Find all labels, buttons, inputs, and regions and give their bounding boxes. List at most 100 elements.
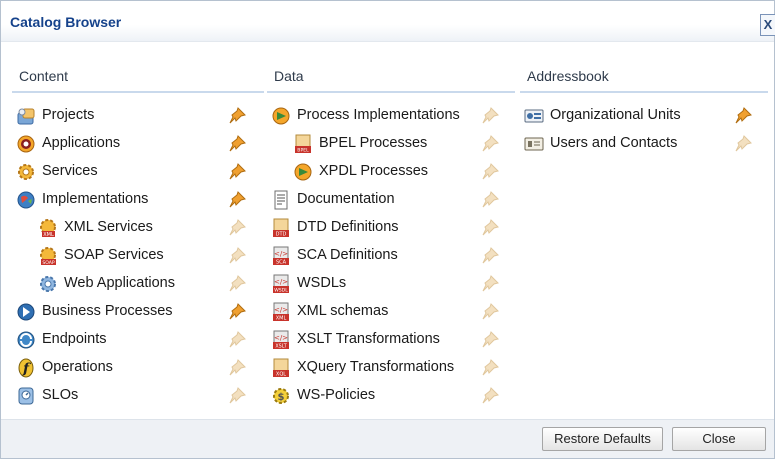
pinned-icon[interactable]: [227, 190, 247, 210]
unpinned-icon[interactable]: [227, 274, 247, 294]
catalog-item-label[interactable]: Projects: [42, 107, 94, 123]
svg-text:XML: XML: [276, 316, 287, 322]
catalog-item-label[interactable]: WS-Policies: [297, 387, 375, 403]
unpinned-icon[interactable]: [480, 330, 500, 350]
svg-text:BPEL: BPEL: [297, 148, 309, 154]
close-icon[interactable]: X: [760, 14, 775, 36]
catalog-item-projects[interactable]: Projects: [12, 102, 264, 130]
catalog-item-label[interactable]: SCA Definitions: [297, 247, 398, 263]
svg-text:$: $: [278, 392, 285, 403]
services-icon: [16, 162, 36, 182]
svg-text:DTD: DTD: [276, 232, 287, 238]
implementations-icon: [16, 190, 36, 210]
unpinned-icon[interactable]: [480, 302, 500, 322]
svg-text:</>: </>: [274, 250, 288, 258]
catalog-item-label[interactable]: SLOs: [42, 387, 78, 403]
catalog-item-endpoints[interactable]: Endpoints: [12, 326, 264, 354]
catalog-item-sca-definitions[interactable]: </> SCA SCA Definitions: [267, 242, 515, 270]
catalog-item-label[interactable]: Applications: [42, 135, 120, 151]
catalog-item-xml-schemas[interactable]: </> XML XML schemas: [267, 298, 515, 326]
catalog-item-xquery-transformations[interactable]: XQL XQuery Transformations: [267, 354, 515, 382]
catalog-item-label[interactable]: XML schemas: [297, 303, 388, 319]
content-list: Projects Applications Services Implementati…: [12, 102, 264, 410]
pinned-icon[interactable]: [227, 106, 247, 126]
catalog-item-label[interactable]: XQuery Transformations: [297, 359, 454, 375]
operations-icon: f: [16, 358, 36, 378]
catalog-item-web-applications[interactable]: Web Applications: [12, 270, 264, 298]
unpinned-icon[interactable]: [227, 330, 247, 350]
unpinned-icon[interactable]: [480, 106, 500, 126]
catalog-item-label[interactable]: Process Implementations: [297, 107, 460, 123]
slos-icon: [16, 386, 36, 406]
unpinned-icon[interactable]: [480, 162, 500, 182]
catalog-item-xslt-transformations[interactable]: </> XSLT XSLT Transformations: [267, 326, 515, 354]
catalog-item-operations[interactable]: f Operations: [12, 354, 264, 382]
unpinned-icon[interactable]: [480, 190, 500, 210]
catalog-item-implementations[interactable]: Implementations: [12, 186, 264, 214]
catalog-item-users-and-contacts[interactable]: Users and Contacts: [520, 130, 768, 158]
title-bar[interactable]: Catalog Browser X: [1, 1, 775, 42]
restore-defaults-button[interactable]: Restore Defaults: [542, 427, 663, 451]
catalog-item-dtd-definitions[interactable]: DTD DTD Definitions: [267, 214, 515, 242]
catalog-item-label[interactable]: Implementations: [42, 191, 148, 207]
svg-text:XML: XML: [43, 232, 54, 238]
pinned-icon[interactable]: [227, 162, 247, 182]
unpinned-icon[interactable]: [227, 358, 247, 378]
soap-services-icon: SOAP: [38, 246, 58, 266]
catalog-item-label[interactable]: Business Processes: [42, 303, 173, 319]
catalog-item-label[interactable]: Services: [42, 163, 98, 179]
endpoints-icon: [16, 330, 36, 350]
catalog-item-slos[interactable]: SLOs: [12, 382, 264, 410]
unpinned-icon[interactable]: [480, 246, 500, 266]
addressbook-column: Addressbook Organizational Units Users an…: [520, 59, 768, 158]
xpdl-processes-icon: [293, 162, 313, 182]
unpinned-icon[interactable]: [480, 134, 500, 154]
svg-text:</>: </>: [274, 334, 288, 342]
catalog-item-label[interactable]: Organizational Units: [550, 107, 681, 123]
pinned-icon[interactable]: [227, 302, 247, 322]
catalog-item-business-processes[interactable]: Business Processes: [12, 298, 264, 326]
unpinned-icon[interactable]: [480, 218, 500, 238]
catalog-item-label[interactable]: Documentation: [297, 191, 395, 207]
catalog-item-bpel-processes[interactable]: BPEL BPEL Processes: [267, 130, 515, 158]
catalog-item-xpdl-processes[interactable]: XPDL Processes: [267, 158, 515, 186]
catalog-item-label[interactable]: BPEL Processes: [319, 135, 427, 151]
catalog-item-label[interactable]: SOAP Services: [64, 247, 164, 263]
unpinned-icon[interactable]: [227, 386, 247, 406]
catalog-item-label[interactable]: XML Services: [64, 219, 153, 235]
unpinned-icon[interactable]: [227, 246, 247, 266]
catalog-item-label[interactable]: XPDL Processes: [319, 163, 428, 179]
pinned-icon[interactable]: [733, 106, 753, 126]
dialog-footer: Restore Defaults Close: [1, 419, 774, 458]
catalog-item-label[interactable]: Web Applications: [64, 275, 175, 291]
catalog-item-services[interactable]: Services: [12, 158, 264, 186]
catalog-item-soap-services[interactable]: SOAP SOAP Services: [12, 242, 264, 270]
content-column: Content Projects Applications Services Impl…: [12, 59, 264, 410]
catalog-item-label[interactable]: WSDLs: [297, 275, 346, 291]
catalog-item-ws-policies[interactable]: $ WS-Policies: [267, 382, 515, 410]
catalog-item-label[interactable]: XSLT Transformations: [297, 331, 440, 347]
catalog-item-label[interactable]: DTD Definitions: [297, 219, 399, 235]
projects-icon: [16, 106, 36, 126]
catalog-item-documentation[interactable]: Documentation: [267, 186, 515, 214]
data-column-header: Data: [267, 59, 515, 93]
wsdls-icon: </> WSDL: [271, 274, 291, 294]
unpinned-icon[interactable]: [480, 358, 500, 378]
unpinned-icon[interactable]: [733, 134, 753, 154]
catalog-item-applications[interactable]: Applications: [12, 130, 264, 158]
catalog-item-xml-services[interactable]: XML XML Services: [12, 214, 264, 242]
catalog-item-organizational-units[interactable]: Organizational Units: [520, 102, 768, 130]
catalog-item-process-implementations[interactable]: Process Implementations: [267, 102, 515, 130]
unpinned-icon[interactable]: [227, 218, 247, 238]
catalog-item-label[interactable]: Users and Contacts: [550, 135, 677, 151]
close-button[interactable]: Close: [672, 427, 766, 451]
bpel-processes-icon: BPEL: [293, 134, 313, 154]
catalog-item-label[interactable]: Operations: [42, 359, 113, 375]
unpinned-icon[interactable]: [480, 386, 500, 406]
pinned-icon[interactable]: [227, 134, 247, 154]
data-list: Process Implementations BPEL BPEL Processe…: [267, 102, 515, 410]
catalog-item-wsdls[interactable]: </> WSDL WSDLs: [267, 270, 515, 298]
unpinned-icon[interactable]: [480, 274, 500, 294]
content-column-header: Content: [12, 59, 264, 93]
catalog-item-label[interactable]: Endpoints: [42, 331, 107, 347]
